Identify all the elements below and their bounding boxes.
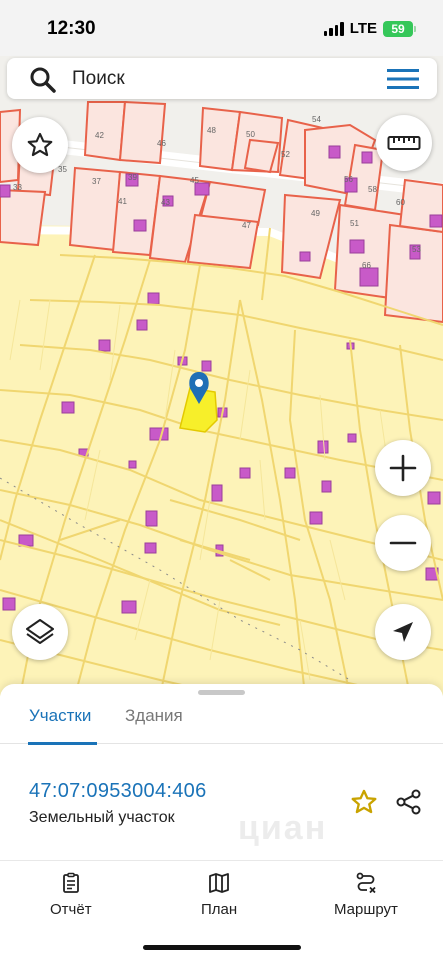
ruler-icon — [387, 136, 421, 150]
svg-text:58: 58 — [368, 185, 377, 194]
svg-text:66: 66 — [362, 261, 371, 270]
svg-text:46: 46 — [157, 139, 166, 148]
tab-parcels[interactable]: Участки — [29, 706, 91, 726]
nav-plan-label: План — [201, 901, 238, 918]
plus-icon — [389, 454, 417, 482]
svg-text:50: 50 — [246, 130, 255, 139]
parcel-type-label: Земельный участок — [29, 809, 175, 826]
svg-text:39: 39 — [128, 173, 137, 182]
layers-button[interactable] — [12, 604, 68, 660]
bottom-navigation: Отчёт План Маршрут — [0, 860, 443, 960]
svg-text:56: 56 — [344, 175, 353, 184]
search-input[interactable]: Поиск — [72, 68, 125, 90]
svg-text:41: 41 — [118, 197, 127, 206]
svg-text:33: 33 — [13, 183, 22, 192]
svg-text:53: 53 — [412, 245, 421, 254]
star-outline-icon — [27, 132, 53, 157]
nav-report-label: Отчёт — [50, 901, 92, 918]
search-bar[interactable]: Поиск — [7, 58, 437, 99]
active-tab-indicator — [28, 742, 97, 745]
report-icon — [62, 872, 79, 893]
svg-text:54: 54 — [312, 115, 321, 124]
hamburger-menu-icon[interactable] — [387, 68, 419, 90]
zoom-out-button[interactable] — [375, 515, 431, 571]
nav-report[interactable]: Отчёт — [50, 871, 92, 918]
minus-icon — [389, 541, 417, 545]
route-icon — [356, 872, 376, 894]
svg-text:47: 47 — [242, 221, 251, 230]
search-icon — [30, 67, 56, 93]
map-plan-icon — [209, 873, 229, 893]
battery-icon: 59 — [383, 20, 416, 37]
watermark: циан — [238, 809, 328, 847]
status-indicators: LTE 59 — [323, 20, 416, 37]
network-type: LTE — [349, 20, 377, 37]
nav-plan[interactable]: План — [201, 871, 237, 918]
nav-route-label: Маршрут — [334, 901, 398, 918]
sheet-grabber[interactable] — [198, 690, 245, 695]
tab-buildings[interactable]: Здания — [125, 706, 183, 726]
favorites-button[interactable] — [12, 117, 68, 173]
navigation-arrow-icon — [393, 622, 413, 642]
my-location-button[interactable] — [375, 604, 431, 660]
cadastral-number-link[interactable]: 47:07:0953004:406 — [29, 780, 207, 803]
svg-text:43: 43 — [161, 198, 170, 207]
svg-text:45: 45 — [190, 176, 199, 185]
sheet-tabs: Участки Здания — [0, 702, 443, 745]
svg-text:60: 60 — [396, 198, 405, 207]
svg-text:49: 49 — [311, 209, 320, 218]
svg-text:52: 52 — [281, 150, 290, 159]
nav-route[interactable]: Маршрут — [334, 871, 398, 918]
home-indicator[interactable] — [143, 945, 301, 950]
ruler-button[interactable] — [376, 115, 432, 171]
battery-level: 59 — [391, 21, 405, 36]
svg-text:37: 37 — [92, 177, 101, 186]
status-bar: 12:30 LTE 59 — [0, 0, 443, 56]
share-icon[interactable] — [394, 787, 424, 817]
signal-icon — [323, 21, 344, 36]
svg-text:42: 42 — [95, 131, 104, 140]
svg-text:35: 35 — [58, 165, 67, 174]
star-favorite-icon[interactable] — [350, 788, 378, 816]
layers-icon — [26, 619, 54, 644]
zoom-in-button[interactable] — [375, 440, 431, 496]
svg-text:48: 48 — [207, 126, 216, 135]
status-time: 12:30 — [47, 18, 96, 39]
svg-text:51: 51 — [350, 219, 359, 228]
